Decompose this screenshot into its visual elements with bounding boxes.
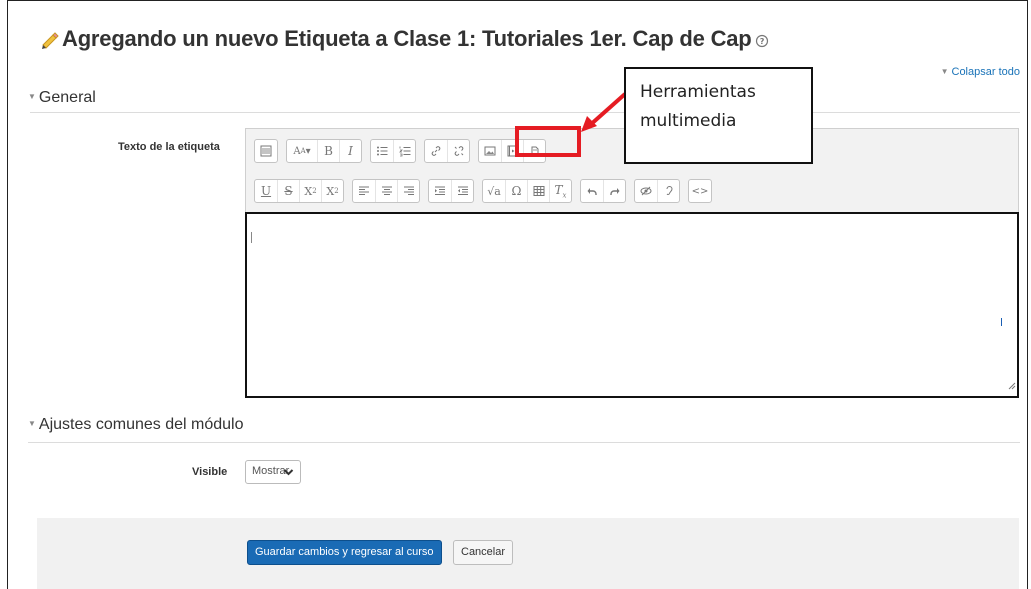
annotation-callout: Herramientas multimedia — [624, 67, 813, 164]
show-more-icon[interactable] — [255, 140, 277, 162]
section-divider — [28, 442, 1020, 443]
unordered-list-icon[interactable] — [371, 140, 393, 162]
toolbar-group — [424, 139, 470, 163]
multimedia-highlight-box — [515, 126, 581, 157]
toolbar-group — [370, 139, 416, 163]
italic-icon[interactable]: I — [339, 140, 361, 162]
help-icon[interactable]: ? — [755, 28, 769, 54]
font-style-icon[interactable]: A A ▾ — [287, 140, 317, 162]
indent-icon[interactable] — [429, 180, 451, 202]
svg-text:?: ? — [759, 37, 764, 46]
unlink-icon[interactable] — [447, 140, 469, 162]
toolbar-group — [352, 179, 420, 203]
subscript-icon[interactable]: X2 — [299, 180, 321, 202]
link-icon[interactable] — [425, 140, 447, 162]
pencil-icon — [40, 29, 60, 55]
ordered-list-icon[interactable] — [393, 140, 415, 162]
clear-format-icon[interactable]: Tx — [549, 180, 571, 202]
section-divider — [30, 112, 1020, 113]
accessibility-checker-icon[interactable] — [635, 180, 657, 202]
align-left-icon[interactable] — [353, 180, 375, 202]
align-right-icon[interactable] — [397, 180, 419, 202]
equation-icon[interactable]: √a — [483, 180, 505, 202]
toolbar-group: U S X2 X2 — [254, 179, 344, 203]
caret-down-icon: ▼ — [940, 67, 949, 76]
label-text-field-label: Texto de la etiqueta — [118, 141, 220, 153]
toolbar-row-2: U S X2 X2 √a Ω Tx <> — [254, 179, 720, 205]
caret-down-icon: ▼ — [28, 92, 36, 101]
undo-icon[interactable] — [581, 180, 603, 202]
align-center-icon[interactable] — [375, 180, 397, 202]
special-chars-icon[interactable]: Ω — [505, 180, 527, 202]
bold-icon[interactable]: B — [317, 140, 339, 162]
text-caret — [251, 232, 252, 243]
underline-icon[interactable]: U — [255, 180, 277, 202]
toolbar-group — [580, 179, 626, 203]
annotation-line-1: Herramientas — [640, 82, 756, 102]
toolbar-group — [254, 139, 278, 163]
toolbar-row-1: A A ▾ B I — [254, 139, 554, 165]
section-general-toggle[interactable]: ▼ General — [28, 89, 96, 107]
section-general-title: General — [38, 89, 96, 106]
text-marker — [1001, 318, 1002, 326]
toolbar-group: <> — [688, 179, 712, 203]
html-icon[interactable]: <> — [689, 180, 711, 202]
redo-icon[interactable] — [603, 180, 625, 202]
label-text-editor[interactable] — [245, 212, 1019, 398]
visible-field-label: Visible — [192, 466, 228, 478]
collapse-all-link[interactable]: ▼ Colapsar todo — [941, 66, 1020, 78]
page-title: Agregando un nuevo Etiqueta a Clase 1: T… — [40, 26, 769, 55]
toolbar-group — [634, 179, 680, 203]
collapse-all-label: Colapsar todo — [951, 66, 1021, 78]
save-and-return-button[interactable]: Guardar cambios y regresar al curso — [247, 540, 442, 565]
annotation-line-2: multimedia — [640, 111, 737, 131]
strikethrough-icon[interactable]: S — [277, 180, 299, 202]
section-module-settings-toggle[interactable]: ▼ Ajustes comunes del módulo — [28, 416, 243, 434]
cancel-button[interactable]: Cancelar — [453, 540, 514, 565]
visible-select[interactable]: Mostrar — [245, 460, 301, 484]
section-module-settings-title: Ajustes comunes del módulo — [38, 416, 244, 433]
toolbar-group — [428, 179, 474, 203]
superscript-icon[interactable]: X2 — [321, 180, 343, 202]
toolbar-group: √a Ω Tx — [482, 179, 572, 203]
page-title-text: Agregando un nuevo Etiqueta a Clase 1: T… — [62, 26, 752, 51]
screenreader-helper-icon[interactable] — [657, 180, 679, 202]
table-icon[interactable] — [527, 180, 549, 202]
caret-down-icon: ▼ — [28, 419, 36, 428]
outdent-icon[interactable] — [451, 180, 473, 202]
form-footer — [37, 518, 1019, 589]
toolbar-group: A A ▾ B I — [286, 139, 362, 163]
resize-handle-icon[interactable] — [1006, 377, 1016, 395]
image-icon[interactable] — [479, 140, 501, 162]
chevron-down-icon — [283, 467, 294, 480]
